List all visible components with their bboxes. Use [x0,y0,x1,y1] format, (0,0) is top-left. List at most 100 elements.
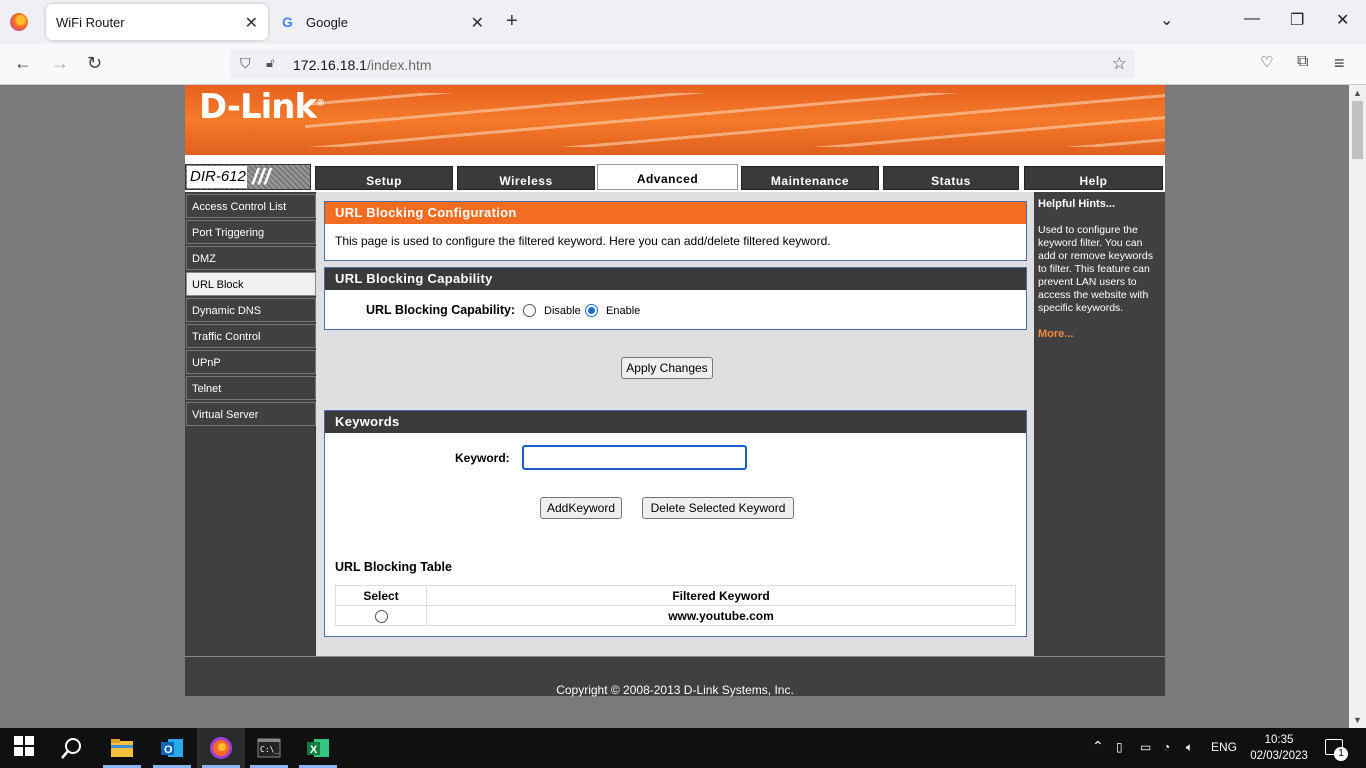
table-header-row: Select Filtered Keyword [335,585,1016,606]
language-indicator[interactable]: ENG [1211,740,1237,754]
excel-icon[interactable]: X [306,736,330,760]
url-blocking-table: Select Filtered Keyword www.youtube.com [335,585,1016,626]
outlook-icon[interactable]: O [160,736,184,760]
table-row: www.youtube.com [335,605,1016,626]
wifi-icon[interactable]: ◔ [1163,740,1170,754]
nav-telnet[interactable]: Telnet [186,376,316,400]
close-tab-icon[interactable]: ✕ [471,13,484,33]
config-section: URL Blocking Configuration This page is … [324,201,1027,261]
tracking-shield-icon[interactable]: ⛉ [240,55,251,72]
hints-title: Helpful Hints... [1038,198,1115,210]
keyword-header: Filtered Keyword [426,585,1016,606]
scrollbar-thumb[interactable] [1352,101,1363,159]
left-nav: Access Control List Port Triggering DMZ … [185,192,316,656]
main-content: URL Blocking Configuration This page is … [316,192,1034,656]
url-text: 172.16.18.1/index.htm [293,57,432,73]
search-icon[interactable] [60,736,84,760]
disable-radio[interactable] [523,304,536,317]
hints-text: Used to configure the keyword filter. Yo… [1038,224,1153,314]
model-slash-decoration: /// [252,164,271,189]
insecure-lock-icon[interactable]: 🔓︎ [266,55,274,71]
restore-icon[interactable]: ❐ [1290,10,1304,30]
banner-stripes [305,93,1165,147]
tab-wifi-router[interactable]: WiFi Router ✕ [46,4,268,40]
tab-setup[interactable]: Setup [315,166,453,190]
nav-upnp[interactable]: UPnP [186,350,316,374]
menu-icon[interactable]: ≡ [1334,53,1345,74]
nav-url-block[interactable]: URL Block [186,272,316,296]
keyword-label: Keyword: [455,451,510,465]
nav-access-control-list[interactable]: Access Control List [186,194,316,218]
page-footer: Copyright © 2008-2013 D-Link Systems, In… [185,656,1165,697]
tab-help[interactable]: Help [1024,166,1163,190]
capability-title: URL Blocking Capability [325,268,1026,290]
list-all-tabs-icon[interactable]: ⌄ [1160,10,1173,30]
enable-label: Enable [606,305,641,317]
battery-icon[interactable]: ▭ [1140,740,1151,754]
url-bar[interactable]: ⛉ 🔓︎ 172.16.18.1/index.htm ☆ [230,49,1135,79]
tab-title: Google [306,14,348,30]
extensions-icon[interactable]: ⧉ [1297,53,1308,71]
model-badge: DIR-612 /// [185,164,311,190]
row-select-radio[interactable] [374,609,388,623]
keywords-title: Keywords [325,411,1026,433]
nav-port-triggering[interactable]: Port Triggering [186,220,316,244]
show-hidden-icons-icon[interactable]: ⌃ [1092,738,1104,755]
svg-text:C:\_: C:\_ [260,745,279,754]
notification-count-badge: 1 [1334,747,1348,761]
bookmark-star-icon[interactable]: ☆ [1112,54,1127,74]
apply-changes-button[interactable]: Apply Changes [621,357,713,379]
capability-label: URL Blocking Capability: [366,303,516,317]
nav-traffic-control[interactable]: Traffic Control [186,324,316,348]
tab-wireless[interactable]: Wireless [457,166,595,190]
minimize-icon[interactable]: — [1244,10,1260,28]
select-cell [335,605,427,626]
svg-text:X: X [310,744,318,756]
delete-keyword-button[interactable]: Delete Selected Keyword [642,497,794,519]
close-tab-icon[interactable]: ✕ [245,13,258,33]
select-header: Select [335,585,427,606]
file-explorer-icon[interactable] [110,736,134,760]
google-icon: G [282,14,293,30]
model-name: DIR-612 [187,166,247,188]
nav-dmz[interactable]: DMZ [186,246,316,270]
volume-icon[interactable]: 🔈︎ [1186,740,1193,755]
reload-icon[interactable]: ↻ [87,53,102,74]
scroll-up-icon[interactable]: ▲ [1353,88,1362,98]
hints-panel: Helpful Hints... Used to configure the k… [1034,192,1165,656]
firefox-icon[interactable] [10,13,28,31]
page-scrollbar[interactable]: ▲ ▼ [1349,85,1366,728]
tab-google[interactable]: G Google ✕ [272,4,494,40]
tab-advanced[interactable]: Advanced [597,164,738,190]
browser-nav-bar: ← → ↻ ⛉ 🔓︎ 172.16.18.1/index.htm ☆ ♡ ⧉ ≡ [0,44,1366,85]
add-keyword-button[interactable]: AddKeyword [540,497,622,519]
header-banner: D-Link® [185,85,1165,155]
terminal-icon[interactable]: C:\_ [257,736,281,760]
back-icon[interactable]: ← [14,53,32,74]
dlink-logo: D-Link® [199,87,325,127]
nav-virtual-server[interactable]: Virtual Server [186,402,316,426]
device-icon[interactable]: ▯ [1116,740,1123,754]
windows-start-icon[interactable] [14,736,38,760]
clock[interactable]: 10:35 02/03/2023 [1247,732,1311,764]
nav-dynamic-dns[interactable]: Dynamic DNS [186,298,316,322]
tab-maintenance[interactable]: Maintenance [741,166,879,190]
keyword-cell: www.youtube.com [426,605,1016,626]
browser-tab-bar: WiFi Router ✕ G Google ✕ + ⌄ — ❐ ✕ [0,0,1366,44]
tab-status[interactable]: Status [883,166,1019,190]
capability-section: URL Blocking Capability URL Blocking Cap… [324,267,1027,330]
pocket-icon[interactable]: ♡ [1260,53,1273,71]
forward-icon[interactable]: → [51,53,69,74]
windows-taskbar: O C:\_ X ⌃ ▯ ▭ ◔ 🔈︎ ENG 10:35 02/03/2023… [0,728,1366,768]
hints-more-link[interactable]: More... [1038,328,1161,341]
new-tab-icon[interactable]: + [506,10,518,33]
enable-radio[interactable] [585,304,598,317]
config-description: This page is used to configure the filte… [335,234,831,248]
close-window-icon[interactable]: ✕ [1336,10,1349,30]
scroll-down-icon[interactable]: ▼ [1353,715,1362,725]
clock-time: 10:35 [1264,734,1294,746]
disable-label: Disable [544,305,581,317]
clock-date: 02/03/2023 [1250,750,1308,762]
keyword-input[interactable] [522,445,747,470]
firefox-taskbar-icon[interactable] [209,736,233,760]
